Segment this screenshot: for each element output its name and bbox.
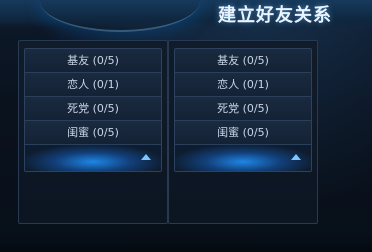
list-item-lover[interactable]: 恋人 (0/1) xyxy=(175,73,311,97)
chevron-up-icon xyxy=(291,154,301,160)
list-item-bestie[interactable]: 闺蜜 (0/5) xyxy=(175,121,311,145)
page-title: 建立好友关系 xyxy=(218,5,332,26)
bottom-fade xyxy=(0,235,372,252)
list-item-buddy[interactable]: 基友 (0/5) xyxy=(25,49,161,73)
friend-panel-left: 基友 (0/5) 恋人 (0/1) 死党 (0/5) 闺蜜 (0/5) xyxy=(18,40,168,224)
list-item-close-friend[interactable]: 死党 (0/5) xyxy=(25,97,161,121)
friend-panel-right: 基友 (0/5) 恋人 (0/1) 死党 (0/5) 闺蜜 (0/5) xyxy=(168,40,318,224)
collapse-button[interactable] xyxy=(175,145,311,171)
list-item-buddy[interactable]: 基友 (0/5) xyxy=(175,49,311,73)
list-item-close-friend[interactable]: 死党 (0/5) xyxy=(175,97,311,121)
header-bar: 建立好友关系 xyxy=(0,0,372,32)
list-item-lover[interactable]: 恋人 (0/1) xyxy=(25,73,161,97)
chevron-up-icon xyxy=(141,154,151,160)
collapse-button[interactable] xyxy=(25,145,161,171)
relationship-list: 基友 (0/5) 恋人 (0/1) 死党 (0/5) 闺蜜 (0/5) xyxy=(24,48,162,172)
list-item-bestie[interactable]: 闺蜜 (0/5) xyxy=(25,121,161,145)
relationship-list: 基友 (0/5) 恋人 (0/1) 死党 (0/5) 闺蜜 (0/5) xyxy=(174,48,312,172)
header-decoration xyxy=(40,0,200,32)
